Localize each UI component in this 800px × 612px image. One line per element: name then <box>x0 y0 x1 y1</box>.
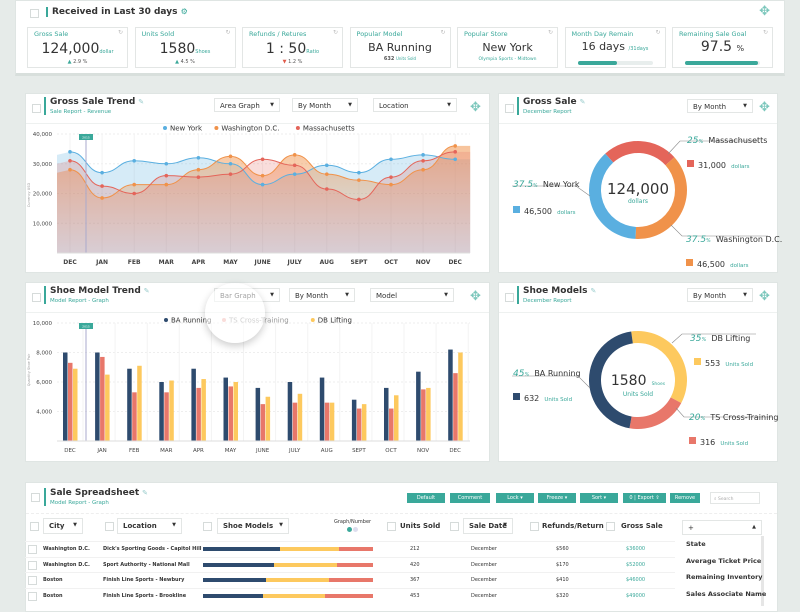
row-checkbox[interactable] <box>28 545 37 554</box>
refund-cell: $410 <box>556 577 569 583</box>
city-cell: Washington D.C. <box>43 561 90 568</box>
table-row[interactable]: Boston Finish Line Sports - Newbury 367 … <box>25 572 675 587</box>
location-cell: Sport Authority - National Mall <box>103 561 190 568</box>
shoe-models-column-filter[interactable]: Shoe Models ▼ <box>217 518 289 534</box>
city-cell: Boston <box>43 592 63 599</box>
date-cell: December <box>471 561 497 568</box>
refund-cell: $170 <box>556 561 569 568</box>
comment-button[interactable]: Comment <box>450 493 490 503</box>
row-checkbox[interactable] <box>28 576 37 585</box>
caret-down-icon: ▼ <box>279 522 283 528</box>
refund-cell: $560 <box>556 546 569 552</box>
lock-button[interactable]: Lock ▾ <box>496 493 534 503</box>
caret-down-icon: ▼ <box>172 522 176 528</box>
sale-date-column-filter[interactable]: Sale Date ▼ <box>463 518 513 534</box>
date-cell: December <box>471 592 497 599</box>
gross-cell: $52000 <box>626 561 646 568</box>
units-cell: 367 <box>410 577 420 583</box>
units-cell: 212 <box>410 546 420 552</box>
date-cell: December <box>471 577 497 583</box>
units-sold-header: Units Sold <box>400 522 441 530</box>
table-row[interactable]: Boston Finish Line Sports - Brookline 45… <box>25 587 675 603</box>
slice-label-db-lifting: 35% DB Lifting 553 Units Sold <box>690 334 754 368</box>
export-button[interactable]: 0 | Export ⇪ <box>623 493 666 503</box>
panel-title: Sale Spreadsheet ✎ Model Report - Graph <box>44 488 148 506</box>
model-mix-bar <box>203 562 373 567</box>
location-cell: Dick's Sporting Goods - Capitol Hill <box>103 546 202 552</box>
gross-sale-header: Gross Sale <box>621 522 663 530</box>
gross-cell: $49000 <box>626 592 646 599</box>
caret-down-icon: ▼ <box>503 522 507 528</box>
column-checkbox[interactable] <box>387 522 396 531</box>
donut-center: 124,000 dollars <box>606 180 670 205</box>
column-checkbox[interactable] <box>30 522 39 531</box>
model-mix-bar <box>203 547 373 551</box>
donut-slice-ts-cross-training <box>629 397 682 429</box>
model-mix-bar <box>203 593 373 598</box>
location-column-filter[interactable]: Location ▼ <box>117 518 182 534</box>
graph-number-toggle[interactable]: Graph/Number <box>334 519 371 534</box>
caret-down-icon: ▾ <box>564 495 568 501</box>
donut-center: 1580 Shoes Units Sold <box>610 373 666 398</box>
city-cell: Boston <box>43 577 63 583</box>
caret-down-icon: ▾ <box>520 495 523 501</box>
units-cell: 453 <box>410 592 420 599</box>
slice-label-ba-running: 45% BA Running 632 Units Sold <box>513 369 581 403</box>
city-column-filter[interactable]: City ▼ <box>43 518 83 534</box>
gross-cell: $36000 <box>626 546 646 552</box>
upload-icon: ⇪ <box>655 495 660 501</box>
add-column-select[interactable]: + ▲ <box>682 520 762 535</box>
location-cell: Finish Line Sports - Newbury <box>103 577 185 583</box>
row-checkbox[interactable] <box>28 560 37 570</box>
column-checkbox[interactable] <box>105 522 114 531</box>
table-row[interactable]: Washington D.C. Sport Authority - Nation… <box>25 556 675 572</box>
dropdown-option[interactable]: Average Ticket Price <box>686 557 761 565</box>
remove-button[interactable]: Remove <box>670 493 700 503</box>
location-cell: Finish Line Sports - Brookline <box>103 592 187 599</box>
freeze-button[interactable]: Freeze ▾ <box>538 493 576 503</box>
slice-label-washington: 37.5% Washington D.C. 46,500 dollars <box>686 235 783 269</box>
city-cell: Washington D.C. <box>43 546 90 552</box>
caret-down-icon: ▼ <box>73 522 77 528</box>
slice-label-new-york: 37.5% New York 46,500 dollars <box>513 180 580 216</box>
row-checkbox[interactable] <box>28 591 37 601</box>
column-checkbox[interactable] <box>203 522 212 531</box>
column-checkbox[interactable] <box>606 522 615 531</box>
column-checkbox[interactable] <box>530 522 539 531</box>
caret-up-icon: ▲ <box>752 524 756 530</box>
column-checkbox[interactable] <box>450 522 459 531</box>
default-button[interactable]: Default <box>407 493 445 503</box>
refund-cell: $320 <box>556 592 569 599</box>
dropdown-option[interactable]: Sales Associate Name <box>686 590 766 598</box>
caret-down-icon: ▾ <box>603 495 607 501</box>
donut-slice-massachusetts <box>605 140 675 166</box>
edit-icon[interactable]: ✎ <box>142 489 148 497</box>
panel-checkbox[interactable] <box>31 493 40 502</box>
slice-label-massachusetts: 25% Massachusetts 31,000 dollars <box>687 136 768 170</box>
search-input[interactable]: ⌕ Search <box>710 492 760 504</box>
date-cell: December <box>471 546 497 552</box>
table-row[interactable]: Washington D.C. Dick's Sporting Goods - … <box>25 541 675 556</box>
gross-cell: $46000 <box>626 577 646 583</box>
sort-button[interactable]: Sort ▾ <box>580 493 618 503</box>
search-icon: ⌕ <box>714 497 717 502</box>
dropdown-option[interactable]: State <box>686 540 706 548</box>
dropdown-option[interactable]: Remaining Inventory <box>686 573 763 581</box>
refunds-header: Refunds/Return <box>542 522 604 530</box>
model-mix-bar <box>203 578 373 582</box>
slice-label-ts-cross-training: 20% TS Cross-Training 316 Units Sold <box>689 413 779 447</box>
units-cell: 420 <box>410 561 420 568</box>
